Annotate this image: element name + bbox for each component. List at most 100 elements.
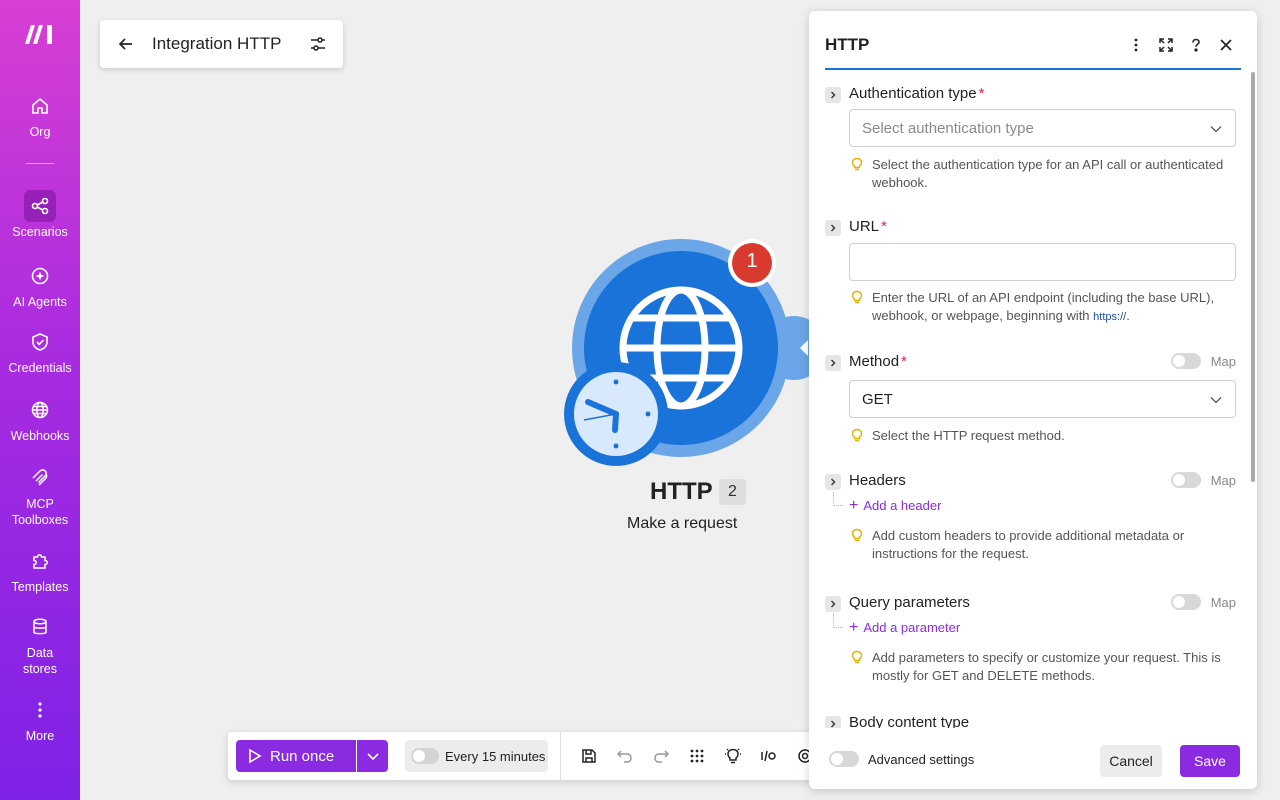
- map-switch[interactable]: [1170, 353, 1201, 369]
- globe-icon: [24, 394, 56, 426]
- advanced-settings-toggle[interactable]: Advanced settings: [829, 751, 974, 767]
- redo-button[interactable]: [649, 744, 673, 768]
- field-label: Method *: [849, 353, 907, 370]
- bottom-toolbar: Run once Every 15 minutes: [228, 732, 828, 780]
- advanced-settings-switch[interactable]: [829, 751, 859, 767]
- panel-header: HTTP: [825, 11, 1241, 70]
- scenario-settings-button[interactable]: [293, 20, 343, 68]
- sidebar-item-credentials[interactable]: Credentials: [0, 326, 80, 376]
- panel-help-button[interactable]: [1186, 35, 1206, 55]
- sidebar-item-label: Org: [29, 125, 51, 139]
- url-example: https://: [1093, 311, 1127, 323]
- save-icon: [582, 749, 596, 763]
- authentication-type-select[interactable]: Select authentication type: [849, 109, 1236, 147]
- field-label: Headers: [849, 472, 906, 489]
- run-once-label: Run once: [270, 747, 335, 765]
- grid-dots-icon: [690, 749, 704, 763]
- chevron-down-icon: [1210, 126, 1222, 133]
- ai-agent-icon: [24, 260, 56, 292]
- field-label: Query parameters: [849, 594, 970, 611]
- panel-scrollbar[interactable]: [1251, 72, 1255, 482]
- panel-expand-button[interactable]: [1156, 35, 1176, 55]
- panel-more-button[interactable]: [1126, 35, 1146, 55]
- toolbar-divider: [560, 732, 561, 780]
- auto-align-button[interactable]: [685, 744, 709, 768]
- advanced-settings-label: Advanced settings: [868, 751, 975, 767]
- sliders-icon: [311, 37, 325, 51]
- chevron-right-icon: [831, 720, 836, 728]
- expand-field-button[interactable]: [825, 220, 841, 236]
- chevron-right-icon: [831, 224, 836, 232]
- select-placeholder: Select authentication type: [862, 119, 1034, 137]
- sidebar-item-templates[interactable]: Templates: [0, 545, 80, 595]
- module-count-badge: 2: [719, 479, 746, 505]
- chevron-right-icon: [831, 600, 836, 608]
- add-parameter-button[interactable]: + Add a parameter: [849, 619, 960, 636]
- undo-button[interactable]: [613, 744, 637, 768]
- map-toggle[interactable]: Map: [1170, 472, 1236, 488]
- undo-icon: [616, 750, 632, 763]
- schedule-switch[interactable]: [411, 748, 439, 764]
- sidebar-item-org[interactable]: Org: [0, 90, 80, 140]
- field-hint: Enter the URL of an API endpoint (includ…: [849, 289, 1229, 326]
- chevron-down-icon: [366, 753, 379, 761]
- select-value: GET: [862, 390, 893, 408]
- lightbulb-icon: [851, 650, 863, 664]
- save-scenario-button[interactable]: [577, 744, 601, 768]
- expand-field-button[interactable]: [825, 596, 841, 612]
- field-hint: Add custom headers to provide additional…: [849, 527, 1229, 563]
- map-switch[interactable]: [1170, 594, 1201, 610]
- more-vertical-icon: [24, 694, 56, 726]
- lightbulb-icon: [851, 528, 863, 542]
- lightbulb-icon: [851, 428, 863, 442]
- sidebar-item-more[interactable]: More: [0, 694, 80, 744]
- cancel-button[interactable]: Cancel: [1100, 745, 1162, 777]
- sidebar-item-label: More: [25, 729, 55, 743]
- chevron-right-icon: [831, 91, 836, 99]
- devtool-button[interactable]: [757, 744, 781, 768]
- chevron-right-icon: [831, 359, 836, 367]
- sidebar-divider: [26, 163, 54, 164]
- mcp-icon: [24, 462, 56, 494]
- expand-field-button[interactable]: [825, 355, 841, 371]
- sidebar-item-data-stores[interactable]: Data stores: [0, 611, 80, 677]
- map-toggle[interactable]: Map: [1170, 594, 1236, 610]
- field-label: Body content type: [849, 714, 970, 728]
- save-button[interactable]: Save: [1180, 745, 1240, 777]
- redo-icon: [654, 750, 670, 763]
- play-icon: [249, 748, 262, 764]
- scenario-header: Integration HTTP: [100, 20, 343, 68]
- expand-field-button[interactable]: [825, 474, 841, 490]
- map-toggle[interactable]: Map: [1170, 353, 1236, 369]
- add-header-button[interactable]: + Add a header: [849, 498, 941, 514]
- run-once-button[interactable]: Run once: [236, 740, 356, 772]
- schedule-label: Every 15 minutes: [445, 748, 546, 764]
- sidebar-item-ai-agents[interactable]: AI Agents: [0, 260, 80, 310]
- module-name: HTTP: [650, 478, 713, 505]
- sidebar-item-webhooks[interactable]: Webhooks: [0, 394, 80, 444]
- module-settings-panel: HTTP Authentication type * Select authent…: [809, 11, 1257, 789]
- error-badge: 1: [746, 250, 758, 272]
- url-input[interactable]: [849, 243, 1236, 281]
- schedule-toggle[interactable]: Every 15 minutes: [405, 740, 548, 772]
- sidebar-item-mcp-toolboxes[interactable]: MCP Toolboxes: [0, 462, 80, 528]
- expand-field-button[interactable]: [825, 87, 841, 103]
- tree-connector: [833, 614, 843, 628]
- explain-flow-button[interactable]: [721, 744, 745, 768]
- plus-icon: +: [849, 619, 859, 636]
- run-options-dropdown[interactable]: [357, 740, 388, 772]
- sidebar-item-label: Templates: [11, 580, 69, 594]
- map-switch[interactable]: [1170, 472, 1201, 488]
- module-action-label: Make a request: [627, 515, 738, 532]
- back-button[interactable]: [100, 20, 152, 68]
- arrow-left-icon: [118, 38, 132, 50]
- sidebar-item-label: AI Agents: [13, 295, 67, 309]
- scenario-title[interactable]: Integration HTTP: [152, 34, 293, 54]
- expand-field-button[interactable]: [825, 716, 841, 728]
- sidebar-item-scenarios[interactable]: Scenarios: [0, 190, 80, 240]
- panel-close-button[interactable]: [1216, 35, 1236, 55]
- field-hint: Add parameters to specify or customize y…: [849, 649, 1229, 685]
- make-logo[interactable]: [24, 22, 56, 46]
- method-select[interactable]: GET: [849, 380, 1236, 418]
- chevron-right-icon: [831, 478, 836, 486]
